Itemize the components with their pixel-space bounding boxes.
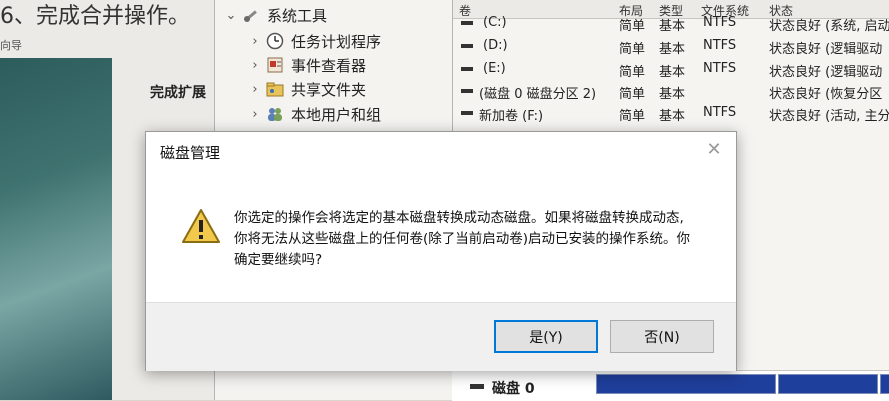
disk-management-dialog: 磁盘管理 ✕ 你选定的操作会将选定的基本磁盘转换成动态磁盘。如果将磁盘转换成动态… [145,131,737,371]
tree-item-label: 任务计划程序 [291,32,382,51]
table-row[interactable]: (D:) 简单 基本 NTFS 状态良好 (逻辑驱动 [453,35,889,57]
volume-icon [461,89,473,93]
dialog-titlebar: 磁盘管理 ✕ [146,132,736,168]
volume-icon [461,44,473,48]
wizard-subtitle: 向导 [0,39,22,52]
tree-item-system-tools[interactable]: ⌄ 系统工具 [221,4,327,26]
tree-item-task-scheduler[interactable]: › 任务计划程序 [245,30,381,52]
tree-item-local-users[interactable]: › 本地用户和组 [245,103,381,125]
wizard-title: 6、完成合并操作。 [0,4,190,29]
table-row[interactable]: (E:) 简单 基本 NTFS 状态良好 (逻辑驱动 [453,58,889,80]
partition-bar[interactable] [596,374,776,394]
volume-icon [461,21,473,25]
partition-bar[interactable] [880,374,889,394]
tree-item-label: 系统工具 [267,6,328,25]
chevron-down-icon[interactable]: ⌄ [221,8,241,23]
close-icon[interactable]: ✕ [702,139,726,161]
table-row[interactable]: (C:) 简单 基本 NTFS 状态良好 (系统, 启动 [453,12,889,34]
chevron-right-icon[interactable]: › [245,107,265,122]
dialog-title: 磁盘管理 [160,144,221,162]
chevron-right-icon[interactable]: › [245,58,265,73]
volume-icon [461,111,473,115]
disk-icon [470,384,484,389]
table-row[interactable]: (磁盘 0 磁盘分区 2) 简单 基本 状态良好 (恢复分区 [453,80,889,102]
clock-icon [265,32,285,50]
dialog-message: 你选定的操作会将选定的基本磁盘转换成动态磁盘。如果将磁盘转换成动态, 你将无法从… [234,208,714,271]
warning-icon [181,208,221,248]
tree-item-event-viewer[interactable]: › 事件查看器 [245,54,366,76]
wizard-banner-image [0,58,112,400]
disk-label: 磁盘 0 [492,381,535,397]
event-viewer-icon [265,56,285,74]
chevron-right-icon[interactable]: › [245,82,265,97]
no-button[interactable]: 否(N) [610,320,714,353]
dialog-message-line: 你选定的操作会将选定的基本磁盘转换成动态磁盘。如果将磁盘转换成动态, [234,210,684,226]
tree-item-label: 事件查看器 [291,56,367,75]
shared-folder-icon [265,80,285,98]
partition-bar[interactable] [778,374,878,394]
dialog-message-line: 你将无法从这些磁盘上的任何卷(除了当前启动卷)启动已安装的操作系统。你 [234,231,691,247]
chevron-right-icon[interactable]: › [245,34,265,49]
volume-icon [461,67,473,71]
tree-item-shared-folders[interactable]: › 共享文件夹 [245,78,366,100]
users-icon [265,105,285,123]
tree-item-label: 共享文件夹 [291,80,367,99]
tools-icon [241,6,261,24]
dialog-message-line: 确定要继续吗? [234,252,323,268]
wizard-heading: 完成扩展 [150,85,206,101]
yes-button[interactable]: 是(Y) [494,320,598,353]
dialog-footer: 是(Y) 否(N) [146,302,736,371]
dialog-body: 你选定的操作会将选定的基本磁盘转换成动态磁盘。如果将磁盘转换成动态, 你将无法从… [146,168,736,302]
table-row[interactable]: 新加卷 (F:) 简单 基本 NTFS 状态良好 (活动, 主分 [453,102,889,124]
tree-item-label: 本地用户和组 [291,105,382,124]
